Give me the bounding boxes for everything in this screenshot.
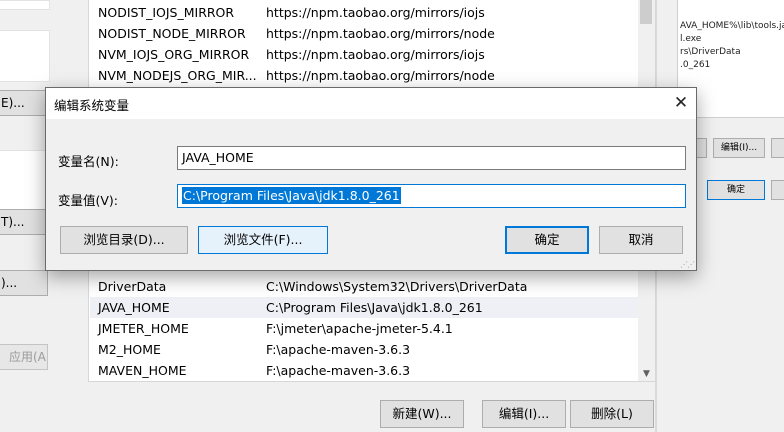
- table-row-selected[interactable]: JAVA_HOME C:\Program Files\Java\jdk1.8.0…: [90, 297, 638, 318]
- selected-text: C:\Program Files\Java\jdk1.8.0_261: [182, 187, 401, 204]
- var-name: JAVA_HOME: [98, 300, 170, 315]
- var-name: NVM_IOJS_ORG_MIRROR: [98, 47, 250, 62]
- var-name: DriverData: [98, 279, 167, 294]
- left-panel: [0, 30, 50, 82]
- list-item[interactable]: l.exe: [678, 33, 784, 46]
- left-button[interactable]: T)...: [0, 209, 48, 235]
- left-edit-button[interactable]: E)...: [0, 90, 48, 116]
- table-row[interactable]: DriverData C:\Windows\System32\Drivers\D…: [90, 276, 638, 297]
- right-button[interactable]: [771, 138, 784, 158]
- variable-name-label: 变量名(N):: [58, 154, 119, 169]
- close-icon[interactable]: ✕: [666, 88, 696, 118]
- list-item[interactable]: AVA_HOME%\lib\tools.jar: [678, 20, 784, 33]
- edit-system-variable-dialog: 编辑系统变量 ✕ 变量名(N): JAVA_HOME 变量值(V): C:\Pr…: [45, 87, 697, 271]
- browse-file-button[interactable]: 浏览文件(F)...: [198, 226, 328, 254]
- table-row[interactable]: MAVEN_HOME F:\apache-maven-3.6.3: [90, 360, 638, 381]
- var-name: M2_HOME: [98, 342, 161, 357]
- left-panel: [0, 150, 50, 210]
- chevron-down-icon[interactable]: ▼: [638, 369, 655, 379]
- browse-directory-button[interactable]: 浏览目录(D)...: [60, 226, 188, 254]
- var-value: https://npm.taobao.org/mirrors/node: [266, 26, 495, 41]
- var-value: F:\jmeter\apache-jmeter-5.4.1: [266, 321, 453, 336]
- apply-button[interactable]: 应用(A): [0, 344, 48, 370]
- new-variable-button[interactable]: 新建(W)...: [380, 400, 464, 428]
- var-name: JMETER_HOME: [98, 321, 189, 336]
- cancel-button[interactable]: 取消: [599, 226, 683, 254]
- delete-variable-button[interactable]: 删除(L): [570, 400, 654, 428]
- left-button[interactable]: )...: [0, 270, 48, 296]
- table-row[interactable]: NODIST_NODE_MIRROR https://npm.taobao.or…: [90, 23, 638, 44]
- right-ok-button[interactable]: 确定: [707, 180, 765, 200]
- ok-button[interactable]: 确定: [505, 226, 589, 254]
- var-name: NVM_NODEJS_ORG_MIR...: [98, 68, 257, 83]
- left-panel: [0, 0, 50, 10]
- var-value: https://npm.taobao.org/mirrors/node: [266, 68, 495, 83]
- table-row[interactable]: JMETER_HOME F:\jmeter\apache-jmeter-5.4.…: [90, 318, 638, 339]
- var-value: https://npm.taobao.org/mirrors/iojs: [266, 47, 485, 62]
- table-row[interactable]: M2_HOME F:\apache-maven-3.6.3: [90, 339, 638, 360]
- edit-variable-button[interactable]: 编辑(I)...: [482, 400, 566, 428]
- table-row[interactable]: NVM_IOJS_ORG_MIRROR https://npm.taobao.o…: [90, 44, 638, 65]
- var-value: https://npm.taobao.org/mirrors/iojs: [266, 5, 485, 20]
- var-value: C:\Program Files\Java\jdk1.8.0_261: [266, 300, 483, 315]
- dialog-titlebar[interactable]: 编辑系统变量 ✕: [46, 88, 696, 119]
- right-edit-button[interactable]: 编辑(I)...: [713, 138, 765, 158]
- var-name: NODIST_IOJS_MIRROR: [98, 5, 235, 20]
- resize-grip-icon[interactable]: ⋰⋰: [680, 260, 695, 269]
- table-row[interactable]: NODIST_IOJS_MIRROR https://npm.taobao.or…: [90, 2, 638, 23]
- var-name: MAVEN_HOME: [98, 363, 187, 378]
- variable-name-input[interactable]: JAVA_HOME: [177, 146, 686, 170]
- variable-value-input[interactable]: C:\Program Files\Java\jdk1.8.0_261: [177, 184, 686, 208]
- var-value: F:\apache-maven-3.6.3: [266, 363, 411, 378]
- dialog-title: 编辑系统变量: [54, 98, 130, 113]
- list-item[interactable]: rs\DriverData: [678, 46, 784, 59]
- variable-value-label: 变量值(V):: [58, 193, 119, 208]
- scrollbar-thumb[interactable]: [640, 0, 652, 24]
- var-value: C:\Windows\System32\Drivers\DriverData: [266, 279, 528, 294]
- var-name: NODIST_NODE_MIRROR: [98, 26, 246, 41]
- right-button[interactable]: [771, 180, 784, 200]
- list-item[interactable]: .0_261: [678, 59, 784, 72]
- table-row[interactable]: NVM_NODEJS_ORG_MIR... https://npm.taobao…: [90, 65, 638, 86]
- var-value: F:\apache-maven-3.6.3: [266, 342, 411, 357]
